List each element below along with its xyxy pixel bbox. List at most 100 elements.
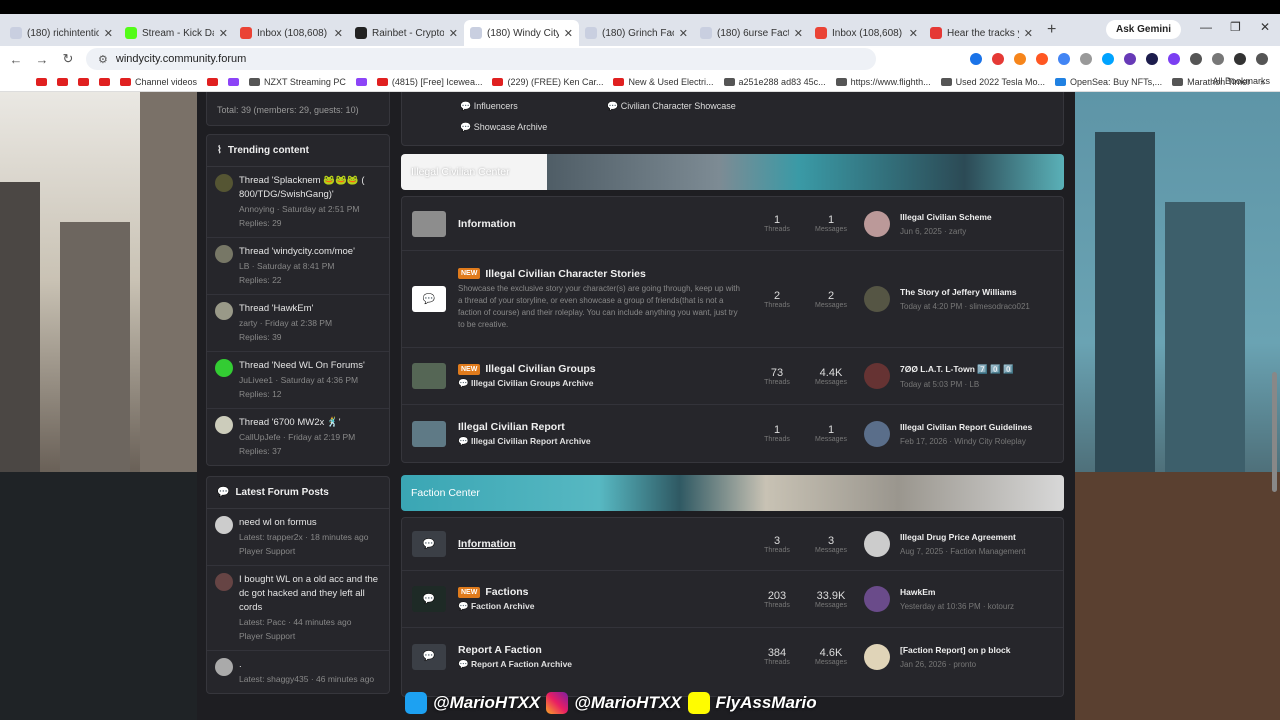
puzzle-icon[interactable]: [1190, 53, 1202, 65]
close-icon[interactable]: ✕: [219, 27, 228, 40]
bookmark-item[interactable]: New & Used Electri...: [613, 77, 714, 87]
forum-title[interactable]: Report A Faction: [458, 644, 542, 656]
avatar[interactable]: [864, 210, 890, 237]
list-item[interactable]: Thread 'Splacknem 🐸🐸🐸 ( 800/TDG/SwishGan…: [207, 167, 389, 238]
post-forum[interactable]: Player Support: [239, 629, 381, 643]
ask-gemini-button[interactable]: Ask Gemini: [1106, 20, 1182, 39]
forum-title[interactable]: Illegal Civilian Report: [458, 421, 565, 433]
bookmark-item[interactable]: (4815) [Free] Icewea...: [376, 77, 482, 87]
forum-row[interactable]: 💬 NEW Illegal Civilian Character Stories S…: [402, 251, 1063, 348]
avatar[interactable]: [864, 420, 890, 447]
all-bookmarks-button[interactable]: All Bookmarks: [1212, 76, 1270, 86]
bookmark-item[interactable]: a251e288 ad83 45c...: [723, 77, 826, 87]
last-post-title[interactable]: HawkEm: [900, 587, 1014, 597]
new-tab-icon[interactable]: +: [1047, 21, 1056, 39]
forum-title[interactable]: Illegal Civilian Groups: [485, 363, 595, 375]
thread-title[interactable]: Thread 'Splacknem 🐸🐸🐸 ( 800/TDG/SwishGan…: [239, 174, 381, 202]
list-item[interactable]: Thread 'HawkEm' zarty · Friday at 2:38 PM…: [207, 295, 389, 352]
forum-row[interactable]: 💬 Information 3 Threads 3 Messages Illegal…: [402, 518, 1063, 571]
tab-2[interactable]: Inbox (108,608) - G ✕: [234, 20, 349, 46]
subforum-link[interactable]: 💬 Showcase Archive: [460, 122, 547, 133]
tab-3[interactable]: Rainbet - Crypto Ca ✕: [349, 20, 464, 46]
extension-icon[interactable]: [1124, 53, 1136, 65]
bookmark-item[interactable]: Channel videos: [120, 77, 197, 87]
subforum-link[interactable]: 💬 Illegal Civilian Groups Archive: [458, 378, 748, 389]
tab-5[interactable]: (180) Grinch Factio ✕: [579, 20, 694, 46]
list-item[interactable]: Thread 'windycity.com/moe' LB · Saturday …: [207, 238, 389, 295]
category-title[interactable]: Faction Center: [411, 487, 480, 499]
post-title[interactable]: I bought WL on a old acc and the dc got …: [239, 573, 381, 615]
subforum-link[interactable]: 💬 Civilian Character Showcase: [607, 101, 736, 112]
extension-icon[interactable]: [1146, 53, 1158, 65]
back-icon[interactable]: ←: [6, 52, 26, 67]
more-menu-icon[interactable]: [1256, 53, 1268, 65]
extension-icon[interactable]: [970, 53, 982, 65]
sidepanel-icon[interactable]: [1212, 53, 1224, 65]
close-icon[interactable]: ✕: [449, 27, 458, 40]
bookmark-item[interactable]: https://www.flighth...: [835, 77, 931, 87]
forum-row[interactable]: 💬 NEW Factions 💬 Faction Archive 203 Thread…: [402, 571, 1063, 628]
thread-title[interactable]: Thread '6700 MW2x 🕺': [239, 416, 355, 430]
shield-icon[interactable]: [1080, 53, 1092, 65]
last-post-title[interactable]: Illegal Civilian Scheme: [900, 212, 992, 222]
thread-title[interactable]: Thread 'HawkEm': [239, 302, 332, 316]
list-item[interactable]: need wl on formus Latest: trapper2x · 18 …: [207, 509, 389, 566]
close-icon[interactable]: ✕: [104, 27, 113, 40]
extension-icon[interactable]: [1168, 53, 1180, 65]
profile-avatar[interactable]: [1234, 53, 1246, 65]
subforum-link[interactable]: 💬 Report A Faction Archive: [458, 659, 748, 670]
avatar[interactable]: [864, 643, 890, 670]
extension-icon[interactable]: [1102, 53, 1114, 65]
bookmark-item[interactable]: [207, 77, 219, 86]
tab-0[interactable]: (180) richintention ✕: [4, 20, 119, 46]
avatar[interactable]: [864, 531, 890, 557]
category-banner[interactable]: Faction Center: [401, 475, 1064, 511]
close-icon[interactable]: ✕: [564, 27, 573, 40]
avatar[interactable]: [864, 363, 890, 389]
forum-title[interactable]: Information: [458, 218, 516, 230]
forum-row[interactable]: Illegal Civilian Report 💬 Illegal Civilia…: [402, 405, 1063, 462]
last-post-title[interactable]: Illegal Civilian Report Guidelines: [900, 422, 1032, 432]
post-forum[interactable]: Player Support: [239, 544, 368, 558]
tab-6[interactable]: (180) 6urse Faction ✕: [694, 20, 809, 46]
window-close-icon[interactable]: ✕: [1260, 20, 1270, 34]
extension-icon[interactable]: [1058, 53, 1070, 65]
category-banner[interactable]: Illegal Civilian Center: [401, 154, 1064, 190]
bookmark-item[interactable]: [78, 77, 89, 86]
list-item[interactable]: Thread '6700 MW2x 🕺' CallUpJefe · Friday …: [207, 409, 389, 465]
close-icon[interactable]: ✕: [909, 27, 918, 40]
subforum-link[interactable]: 💬 Illegal Civilian Report Archive: [458, 436, 748, 447]
avatar[interactable]: [864, 286, 890, 312]
subforum-link[interactable]: 💬 Influencers: [460, 101, 518, 112]
bookmark-item[interactable]: [36, 77, 47, 86]
thread-title[interactable]: Thread 'Need WL On Forums': [239, 359, 365, 373]
bookmark-item[interactable]: [99, 77, 110, 86]
forum-row[interactable]: NEW Illegal Civilian Groups 💬 Illegal Civi…: [402, 348, 1063, 405]
tab-8[interactable]: Hear the tracks you ✕: [924, 20, 1039, 46]
metamask-icon[interactable]: [1014, 53, 1026, 65]
bookmark-item[interactable]: [57, 77, 68, 86]
close-icon[interactable]: ✕: [1024, 27, 1033, 40]
reload-icon[interactable]: ↻: [58, 51, 78, 67]
close-icon[interactable]: ✕: [334, 27, 343, 40]
forward-icon[interactable]: →: [32, 52, 52, 67]
forum-title[interactable]: Information: [458, 538, 516, 550]
tab-1[interactable]: Stream - Kick Dash ✕: [119, 20, 234, 46]
extension-icon[interactable]: [1036, 53, 1048, 65]
category-title[interactable]: Illegal Civilian Center: [411, 166, 510, 178]
list-item[interactable]: Thread 'Need WL On Forums' JuLivee1 · Sat…: [207, 352, 389, 409]
scrollbar[interactable]: [1272, 372, 1277, 492]
bookmark-item[interactable]: Used 2022 Tesla Mo...: [940, 77, 1045, 87]
forum-title[interactable]: Factions: [485, 586, 528, 598]
maximize-icon[interactable]: ❐: [1230, 20, 1241, 34]
minimize-icon[interactable]: —: [1200, 20, 1212, 34]
address-bar[interactable]: ⚙ windycity.community.forum: [86, 48, 876, 70]
bookmark-item[interactable]: (229) (FREE) Ken Car...: [492, 77, 603, 87]
forum-row[interactable]: 💬 Report A Faction 💬 Report A Faction Arc…: [402, 628, 1063, 685]
bookmark-item[interactable]: NZXT Streaming PC: [249, 77, 346, 87]
site-info-icon[interactable]: ⚙: [98, 53, 108, 66]
last-post-title[interactable]: 7ØØ L.A.T. L-Town 7️⃣ 0️⃣ 0️⃣: [900, 364, 1014, 375]
tab-4-active[interactable]: (180) Windy City Ro ✕: [464, 20, 579, 46]
close-icon[interactable]: ✕: [794, 27, 803, 40]
last-post-title[interactable]: The Story of Jeffery Williams: [900, 287, 1030, 297]
